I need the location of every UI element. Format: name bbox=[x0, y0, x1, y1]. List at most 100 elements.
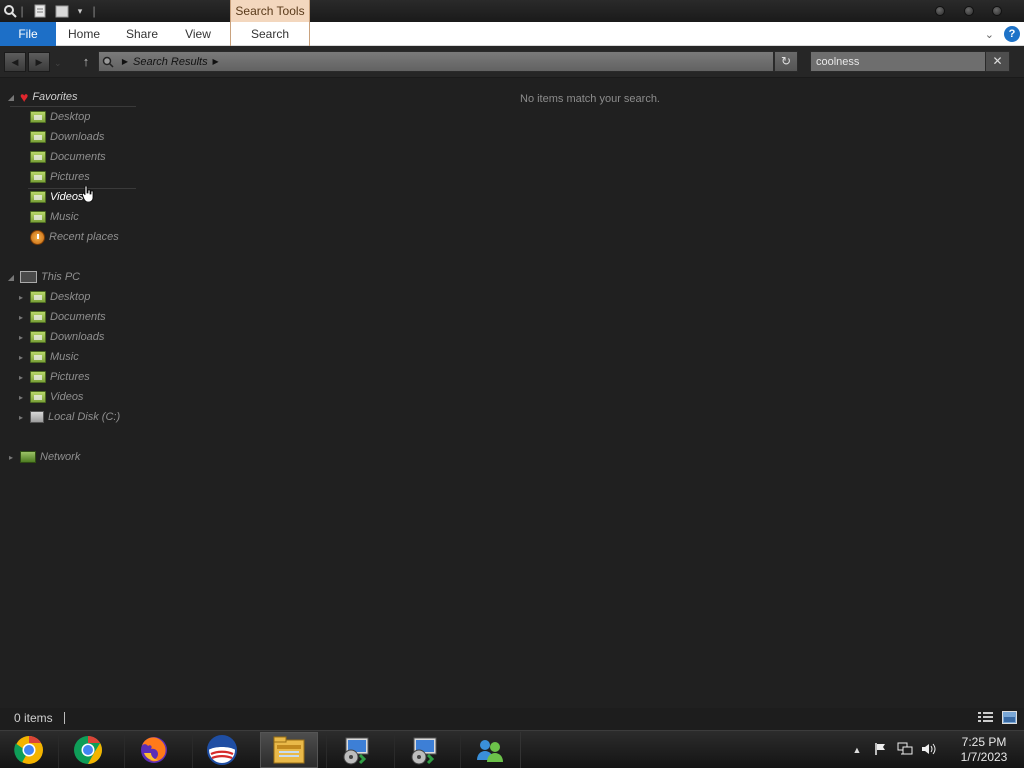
nav-label: Videos bbox=[50, 391, 84, 403]
empty-results-message: No items match your search. bbox=[520, 93, 660, 105]
up-button[interactable]: ↑ bbox=[78, 54, 94, 70]
nav-favorites-desktop[interactable]: Desktop bbox=[30, 107, 90, 127]
nav-favorites[interactable]: ◢ ♥ Favorites bbox=[6, 87, 78, 107]
search-tools-context-label: Search Tools bbox=[230, 0, 310, 22]
help-icon[interactable]: ? bbox=[1004, 26, 1020, 42]
nav-this-pc-documents[interactable]: ▸ Documents bbox=[16, 307, 106, 327]
tab-file[interactable]: File bbox=[0, 22, 56, 46]
nav-favorites-recent-places[interactable]: Recent places bbox=[30, 227, 119, 247]
status-separator bbox=[64, 712, 65, 724]
nav-this-pc[interactable]: ◢ This PC bbox=[6, 267, 80, 287]
pictures-folder-icon bbox=[30, 171, 46, 183]
taskbar: ▲ 7:25 PM 1/7/2023 bbox=[0, 730, 1024, 768]
downloads-folder-icon bbox=[30, 331, 46, 343]
pictures-folder-icon bbox=[30, 371, 46, 383]
tab-home[interactable]: Home bbox=[60, 22, 108, 46]
nav-label: Documents bbox=[50, 151, 106, 163]
network-status-icon[interactable] bbox=[896, 742, 914, 758]
address-row: ◀ ▶ ⌄ ↑ ▶ Search Results ▶ ↻ ✕ bbox=[0, 46, 1024, 78]
taskbar-installer-1[interactable] bbox=[326, 732, 384, 768]
collapse-arrow-icon[interactable]: ◢ bbox=[6, 273, 16, 282]
tab-share[interactable]: Share bbox=[118, 22, 166, 46]
clear-search-button[interactable]: ✕ bbox=[985, 52, 1009, 71]
nav-label: Desktop bbox=[50, 111, 91, 123]
volume-icon[interactable] bbox=[920, 742, 938, 758]
expand-ribbon-icon[interactable]: ⌄ bbox=[985, 28, 994, 41]
nav-label: Downloads bbox=[50, 131, 105, 143]
expand-arrow-icon[interactable]: ▸ bbox=[16, 353, 26, 362]
search-input[interactable] bbox=[811, 52, 985, 71]
downloads-folder-icon bbox=[30, 131, 46, 143]
recent-locations-icon[interactable]: ⌄ bbox=[54, 58, 62, 69]
nav-label: Downloads bbox=[50, 331, 105, 343]
close-button[interactable] bbox=[992, 6, 1002, 16]
maximize-button[interactable] bbox=[964, 6, 974, 16]
expand-arrow-icon[interactable]: ▸ bbox=[16, 333, 26, 342]
details-view-icon[interactable] bbox=[978, 711, 993, 724]
expand-arrow-icon[interactable]: ▸ bbox=[16, 293, 26, 302]
new-folder-icon[interactable] bbox=[54, 3, 70, 19]
collapse-arrow-icon[interactable]: ◢ bbox=[6, 93, 16, 102]
title-bar: | ▾ | Search Tools bbox=[0, 0, 1024, 22]
nav-label: Desktop bbox=[50, 291, 91, 303]
nav-this-pc-desktop[interactable]: ▸ Desktop bbox=[16, 287, 90, 307]
search-box[interactable]: ✕ bbox=[810, 51, 1010, 72]
taskbar-messenger[interactable] bbox=[460, 732, 518, 768]
nav-label: Favorites bbox=[32, 91, 78, 103]
expand-arrow-icon[interactable]: ▸ bbox=[16, 413, 26, 422]
address-bar[interactable]: ▶ Search Results ▶ bbox=[98, 51, 774, 72]
minimize-button[interactable] bbox=[935, 6, 945, 16]
breadcrumb-arrow-icon[interactable]: ▶ bbox=[208, 57, 224, 66]
videos-folder-icon bbox=[30, 391, 46, 403]
nav-label: Recent places bbox=[49, 231, 119, 243]
tab-view[interactable]: View bbox=[176, 22, 220, 46]
item-count: 0 items bbox=[14, 711, 53, 725]
expand-arrow-icon[interactable]: ▸ bbox=[16, 393, 26, 402]
chrome-canary-icon bbox=[14, 736, 43, 764]
music-folder-icon bbox=[30, 351, 46, 363]
taskbar-chrome-canary[interactable] bbox=[0, 732, 58, 768]
nav-label: Music bbox=[50, 351, 79, 363]
tab-search[interactable]: Search bbox=[230, 22, 310, 46]
large-icons-view-icon[interactable] bbox=[1002, 711, 1017, 724]
taskbar-installer-2[interactable] bbox=[394, 732, 452, 768]
taskbar-chrome[interactable] bbox=[58, 732, 116, 768]
videos-folder-icon bbox=[30, 191, 46, 203]
clock[interactable]: 7:25 PM 1/7/2023 bbox=[944, 735, 1024, 765]
expand-arrow-icon[interactable]: ▸ bbox=[16, 373, 26, 382]
quick-access-separator: | bbox=[92, 4, 96, 18]
show-hidden-icons-icon[interactable]: ▲ bbox=[848, 742, 866, 758]
breadcrumb-arrow-icon[interactable]: ▶ bbox=[117, 57, 133, 66]
refresh-button[interactable]: ↻ bbox=[774, 51, 798, 72]
expand-arrow-icon[interactable]: ▸ bbox=[16, 313, 26, 322]
nav-network[interactable]: ▸ Network bbox=[6, 447, 80, 467]
expand-arrow-icon[interactable]: ▸ bbox=[6, 453, 16, 462]
taskbar-file-explorer[interactable] bbox=[260, 732, 318, 768]
nav-favorites-music[interactable]: Music bbox=[30, 207, 79, 227]
nav-label: Pictures bbox=[50, 171, 90, 183]
nav-favorites-downloads[interactable]: Downloads bbox=[30, 127, 104, 147]
drive-icon bbox=[30, 411, 44, 423]
customize-quick-access-icon[interactable]: ▾ bbox=[74, 3, 86, 19]
taskbar-campaign[interactable] bbox=[192, 732, 250, 768]
nav-this-pc-local-disk[interactable]: ▸ Local Disk (C:) bbox=[16, 407, 120, 427]
nav-favorites-videos[interactable]: Videos bbox=[30, 187, 83, 207]
file-explorer-icon bbox=[273, 736, 305, 764]
action-center-flag-icon[interactable] bbox=[872, 742, 890, 758]
desktop-folder-icon bbox=[30, 291, 46, 303]
search-icon[interactable] bbox=[2, 3, 18, 19]
back-button[interactable]: ◀ bbox=[4, 52, 26, 72]
installer-icon bbox=[343, 737, 368, 765]
properties-icon[interactable] bbox=[32, 3, 48, 19]
breadcrumb-search-results[interactable]: Search Results bbox=[133, 56, 208, 68]
taskbar-separator bbox=[520, 732, 521, 768]
taskbar-firefox[interactable] bbox=[124, 732, 182, 768]
nav-this-pc-music[interactable]: ▸ Music bbox=[16, 347, 79, 367]
nav-this-pc-videos[interactable]: ▸ Videos bbox=[16, 387, 83, 407]
forward-button[interactable]: ▶ bbox=[28, 52, 50, 72]
nav-favorites-documents[interactable]: Documents bbox=[30, 147, 106, 167]
nav-this-pc-pictures[interactable]: ▸ Pictures bbox=[16, 367, 90, 387]
nav-favorites-pictures[interactable]: Pictures bbox=[30, 167, 90, 187]
messenger-icon bbox=[476, 740, 503, 762]
nav-this-pc-downloads[interactable]: ▸ Downloads bbox=[16, 327, 104, 347]
